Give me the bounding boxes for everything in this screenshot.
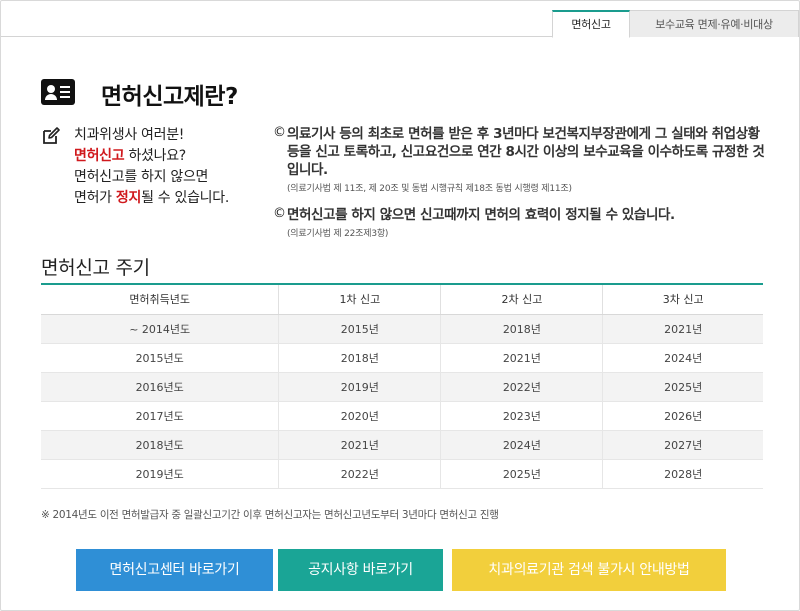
table-header-row: 면허취득년도 1차 신고 2차 신고 3차 신고 — [41, 284, 763, 315]
intro-line-2-rest: 하셨나요? — [124, 148, 186, 164]
license-center-button[interactable]: 면허신고센터 바로가기 — [76, 549, 273, 591]
table-cell: 2025년 — [440, 459, 603, 489]
note-item: © 의료기사 등의 최초로 면허를 받은 후 3년마다 보건복지부장관에게 그 … — [273, 125, 773, 194]
table-cell: 2022년 — [278, 459, 441, 489]
notes-section: © 의료기사 등의 최초로 면허를 받은 후 3년마다 보건복지부장관에게 그 … — [273, 125, 773, 251]
intro-line-4-rest: 될 수 있습니다. — [141, 190, 229, 206]
table-cell: 2019년도 — [41, 459, 279, 489]
intro-line-4-pre: 면허가 — [74, 190, 116, 206]
table-cell: 2028년 — [602, 459, 763, 489]
intro-highlight-report: 면허신고 — [74, 148, 125, 164]
note-text: 면허신고를 하지 않으면 신고때까지 면허의 효력이 정지될 수 있습니다. — [287, 207, 675, 223]
column-header: 2차 신고 — [440, 284, 603, 315]
edit-icon — [43, 127, 60, 144]
table-cell: 2024년 — [602, 343, 763, 373]
note-item: © 면허신고를 하지 않으면 신고때까지 면허의 효력이 정지될 수 있습니다.… — [273, 206, 773, 239]
intro-line-2: 면허신고 하셨나요? — [74, 146, 229, 167]
tab-license-report[interactable]: 면허신고 — [552, 10, 630, 38]
page-title: 면허신고제란? — [101, 84, 238, 110]
column-header: 1차 신고 — [278, 284, 441, 315]
table-cell: 2024년 — [440, 430, 603, 460]
table-cell: ~ 2014년도 — [41, 314, 279, 344]
table-cell: 2015년 — [278, 314, 441, 344]
intro-line-3: 면허신고를 하지 않으면 — [74, 169, 209, 185]
table-cell: 2018년 — [440, 314, 603, 344]
note-text: 의료기사 등의 최초로 면허를 받은 후 3년마다 보건복지부장관에게 그 실태… — [287, 126, 765, 178]
note-mark: © — [273, 206, 286, 221]
table-cell: 2021년 — [278, 430, 441, 460]
table-cell: 2017년도 — [41, 401, 279, 431]
note-source: (의료기사법 제 11조, 제 20조 및 동법 시행규칙 제18조 동법 시행… — [287, 184, 572, 194]
table-cell: 2016년도 — [41, 372, 279, 402]
section-title: 면허신고 주기 — [41, 257, 150, 279]
table-row: 2015년도 2018년 2021년 2024년 — [41, 343, 763, 373]
table-row: 2018년도 2021년 2024년 2027년 — [41, 430, 763, 460]
table-cell: 2018년 — [278, 343, 441, 373]
id-card-icon — [41, 79, 75, 105]
note-source: (의료기사법 제 22조제3항) — [287, 229, 389, 239]
tab-bar: 면허신고 보수교육 면제·유예·비대상 — [1, 1, 799, 38]
search-guide-button[interactable]: 치과의료기관 검색 불가시 안내방법 — [452, 549, 726, 591]
table-row: ~ 2014년도 2015년 2018년 2021년 — [41, 314, 763, 344]
footnote: ※ 2014년도 이전 면허발급자 중 일괄신고기간 이후 면허신고자는 면허신… — [41, 509, 499, 521]
table-cell: 2021년 — [602, 314, 763, 344]
table-row: 2019년도 2022년 2025년 2028년 — [41, 459, 763, 489]
intro-line-4: 면허가 정지될 수 있습니다. — [74, 188, 229, 209]
table-cell: 2020년 — [278, 401, 441, 431]
report-cycle-table: 면허취득년도 1차 신고 2차 신고 3차 신고 ~ 2014년도 2015년 … — [41, 283, 763, 489]
table-row: 2017년도 2020년 2023년 2026년 — [41, 401, 763, 431]
table-cell: 2018년도 — [41, 430, 279, 460]
tab-training-exemption[interactable]: 보수교육 면제·유예·비대상 — [630, 10, 799, 37]
notice-button[interactable]: 공지사항 바로가기 — [278, 549, 443, 591]
table-cell: 2022년 — [440, 372, 603, 402]
intro-text: 치과위생사 여러분! 면허신고 하셨나요? 면허신고를 하지 않으면 면허가 정… — [74, 125, 229, 209]
table-cell: 2021년 — [440, 343, 603, 373]
table-cell: 2027년 — [602, 430, 763, 460]
table-cell: 2015년도 — [41, 343, 279, 373]
intro-highlight-suspend: 정지 — [115, 190, 142, 206]
intro-line-1: 치과위생사 여러분! — [74, 127, 185, 143]
column-header: 면허취득년도 — [41, 284, 279, 315]
table-cell: 2023년 — [440, 401, 603, 431]
table-cell: 2019년 — [278, 372, 441, 402]
note-mark: © — [273, 125, 286, 140]
table-cell: 2025년 — [602, 372, 763, 402]
content-panel: 면허신고 보수교육 면제·유예·비대상 면허신고제란? 치과위생사 여러분! 면… — [0, 0, 800, 611]
table-cell: 2026년 — [602, 401, 763, 431]
table-row: 2016년도 2019년 2022년 2025년 — [41, 372, 763, 402]
column-header: 3차 신고 — [602, 284, 763, 315]
